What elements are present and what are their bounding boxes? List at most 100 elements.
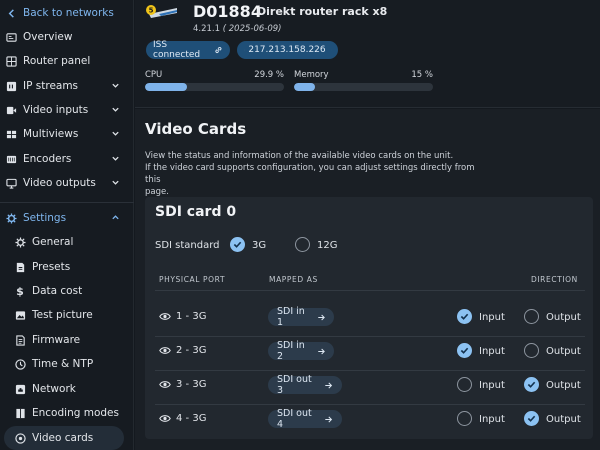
- direction-output-radio[interactable]: [524, 343, 539, 358]
- firmware-icon: [14, 334, 26, 346]
- arrow-right-icon: [317, 348, 325, 354]
- radio-12g-label: 12G: [317, 240, 338, 251]
- device-name: Direkt router rack x8: [257, 5, 388, 18]
- direction-input-radio[interactable]: [457, 411, 472, 426]
- table-header-divider: [155, 290, 585, 291]
- sidebar-item-label: Test picture: [32, 309, 93, 321]
- sidebar-item-presets[interactable]: Presets: [0, 255, 134, 279]
- video-inputs-icon: [5, 104, 17, 116]
- mapped-as-chip[interactable]: SDI in 2: [268, 340, 334, 362]
- device-header: 5 D01884 Direkt router rack x8 4.21.1 ( …: [135, 0, 600, 108]
- direction-output-radio[interactable]: [524, 377, 539, 392]
- direction-input-radio[interactable]: [457, 377, 472, 392]
- chevron-left-icon: [5, 7, 17, 19]
- mapped-as-chip[interactable]: SDI out 4: [268, 408, 342, 430]
- sidebar-item-ip-streams[interactable]: IP streams: [0, 74, 134, 98]
- direction-input-label: Input: [479, 414, 505, 425]
- svg-text:5: 5: [149, 7, 154, 15]
- settings-label: Settings: [23, 212, 67, 224]
- back-to-networks-link[interactable]: Back to networks: [0, 1, 134, 25]
- sidebar-section-settings[interactable]: Settings: [0, 206, 134, 230]
- sidebar-item-firmware[interactable]: Firmware: [0, 328, 134, 352]
- check-icon: [527, 381, 536, 388]
- sidebar-item-video-inputs[interactable]: Video inputs: [0, 98, 134, 122]
- sidebar-item-label: Network: [32, 383, 76, 395]
- clock-icon: [14, 358, 26, 370]
- sidebar-item-general[interactable]: General: [0, 230, 134, 254]
- sidebar-item-label: Overview: [23, 31, 73, 43]
- sidebar-item-network[interactable]: Network: [0, 377, 134, 401]
- radio-3g[interactable]: [230, 237, 245, 252]
- sidebar-item-label: General: [32, 236, 74, 248]
- sidebar-item-video-cards[interactable]: Video cards: [0, 426, 134, 450]
- memory-value: 15 %: [411, 70, 433, 80]
- presets-icon: [14, 261, 26, 273]
- chevron-down-icon: [112, 107, 119, 112]
- sidebar-item-test-picture[interactable]: Test picture: [0, 303, 134, 327]
- sidebar-item-multiviews[interactable]: Multiviews: [0, 122, 134, 146]
- check-icon: [527, 415, 536, 422]
- cpu-value: 29.9 %: [254, 70, 284, 80]
- chevron-down-icon: [112, 180, 119, 185]
- multiviews-icon: [5, 128, 17, 140]
- sidebar-item-encoders[interactable]: Encoders: [0, 147, 134, 171]
- column-header-physical-port: PHYSICAL PORT: [159, 275, 226, 284]
- sidebar-item-label: IP streams: [23, 80, 79, 92]
- sidebar-item-encoding-modes[interactable]: Encoding modes: [0, 401, 134, 425]
- iss-connected-chip[interactable]: ISS connected: [146, 40, 230, 60]
- sidebar-item-video-outputs[interactable]: Video outputs: [0, 171, 134, 195]
- link-icon: [215, 46, 222, 54]
- video-outputs-icon: [5, 177, 17, 189]
- direction-input-label: Input: [479, 346, 505, 357]
- image-icon: [14, 309, 26, 321]
- physical-port: 2 - 3G: [159, 345, 206, 356]
- sidebar-item-label: Presets: [32, 261, 71, 273]
- settings-gear-icon: [5, 212, 17, 224]
- radio-12g[interactable]: [295, 237, 310, 252]
- direction-input-radio[interactable]: [457, 309, 472, 324]
- radio-3g-label: 3G: [252, 240, 267, 251]
- sidebar-item-label: Multiviews: [23, 128, 79, 140]
- sidebar-item-label: Data cost: [32, 285, 83, 297]
- direction-output-label: Output: [546, 312, 581, 323]
- main-content: Video Cards View the status and informat…: [135, 109, 600, 450]
- direction-input-radio[interactable]: [457, 343, 472, 358]
- ip-address-chip[interactable]: 217.213.158.226: [237, 41, 338, 59]
- sidebar-item-time-ntp[interactable]: Time & NTP: [0, 352, 134, 376]
- device-logo: 5: [146, 5, 177, 18]
- encoders-icon: [5, 153, 17, 165]
- sidebar-item-router-panel[interactable]: Router panel: [0, 49, 134, 73]
- direction-input-label: Input: [479, 312, 505, 323]
- direction-output-radio[interactable]: [524, 309, 539, 324]
- cpu-label: CPU: [145, 70, 163, 80]
- dollar-icon: $: [16, 284, 24, 298]
- gear-icon: [14, 236, 26, 248]
- chevron-down-icon: [112, 83, 119, 88]
- physical-port: 3 - 3G: [159, 379, 206, 390]
- physical-port: 4 - 3G: [159, 413, 206, 424]
- sdi-standard-label: SDI standard: [155, 240, 220, 251]
- sidebar-item-label: Router panel: [23, 55, 91, 67]
- cpu-usage-bar: [145, 83, 284, 91]
- column-header-direction: DIRECTION: [531, 275, 578, 284]
- ip-chip-label: 217.213.158.226: [248, 45, 326, 55]
- sidebar-item-overview[interactable]: Overview: [0, 25, 134, 49]
- sidebar-item-label: Encoders: [23, 153, 72, 165]
- arrow-right-icon: [325, 416, 333, 422]
- sidebar-item-data-cost[interactable]: $ Data cost: [0, 279, 134, 303]
- chevron-up-icon: [112, 215, 119, 220]
- mapped-as-chip[interactable]: SDI in 1: [268, 306, 334, 328]
- physical-port: 1 - 3G: [159, 311, 206, 322]
- direction-output-radio[interactable]: [524, 411, 539, 426]
- check-icon: [460, 313, 469, 320]
- encoding-modes-icon: [14, 407, 26, 419]
- mapped-as-chip[interactable]: SDI out 3: [268, 374, 342, 396]
- sidebar-item-label: Time & NTP: [32, 358, 94, 370]
- row-divider: [155, 404, 585, 405]
- sidebar: Back to networks Overview Router panel I…: [0, 0, 134, 450]
- sidebar-item-label: Firmware: [32, 334, 81, 346]
- direction-output-label: Output: [546, 380, 581, 391]
- direction-output-label: Output: [546, 414, 581, 425]
- overview-icon: [5, 31, 17, 43]
- back-label: Back to networks: [23, 7, 114, 19]
